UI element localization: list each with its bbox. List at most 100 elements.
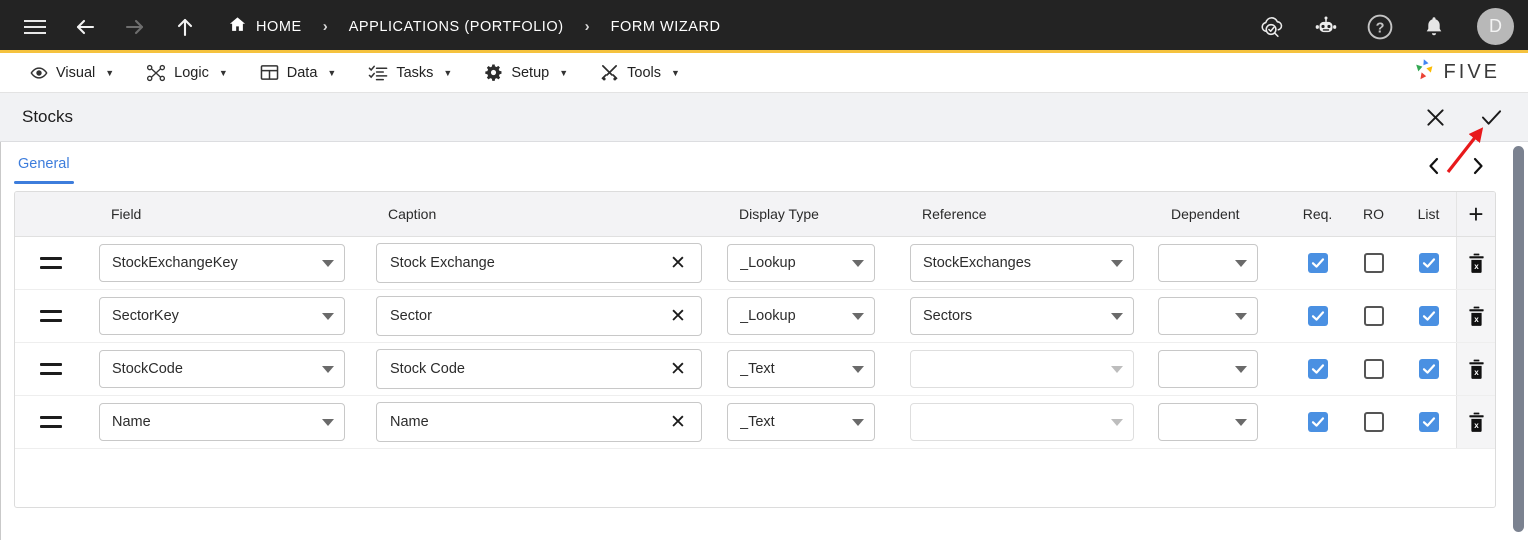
list-checkbox[interactable] bbox=[1418, 306, 1439, 326]
chevron-down-icon bbox=[322, 418, 334, 426]
caption-input[interactable]: Stock Exchange ✕ bbox=[376, 243, 702, 283]
drag-handle-icon[interactable] bbox=[15, 416, 87, 428]
field-select-value: Name bbox=[112, 414, 151, 430]
breadcrumb-item-applications[interactable]: APPLICATIONS (PORTFOLIO) bbox=[349, 19, 564, 35]
chevron-down-icon bbox=[1111, 259, 1123, 267]
cloud-check-icon[interactable] bbox=[1255, 10, 1289, 44]
dependent-select[interactable] bbox=[1158, 244, 1258, 282]
req-checkbox[interactable] bbox=[1307, 412, 1328, 432]
menu-label-tasks: Tasks bbox=[396, 64, 434, 81]
breadcrumb-item-home[interactable]: HOME bbox=[228, 15, 302, 38]
field-select[interactable]: SectorKey bbox=[99, 297, 345, 335]
display-type-value: _Lookup bbox=[740, 308, 796, 324]
breadcrumb-separator-1: › bbox=[322, 18, 328, 35]
display-type-select[interactable]: _Lookup bbox=[727, 244, 875, 282]
reference-value: StockExchanges bbox=[923, 255, 1032, 271]
caption-input[interactable]: Stock Code ✕ bbox=[376, 349, 702, 389]
dependent-select[interactable] bbox=[1158, 350, 1258, 388]
delete-row-button[interactable]: x bbox=[1456, 396, 1495, 448]
chevron-down-icon bbox=[1111, 418, 1123, 426]
ro-checkbox[interactable] bbox=[1363, 306, 1384, 326]
caption-input[interactable]: Name ✕ bbox=[376, 402, 702, 442]
up-arrow-icon[interactable] bbox=[168, 10, 202, 44]
ro-checkbox[interactable] bbox=[1363, 412, 1384, 432]
menu-item-tools[interactable]: Tools ▼ bbox=[584, 53, 696, 92]
plus-icon: + bbox=[1468, 199, 1484, 229]
reference-select[interactable]: Sectors bbox=[910, 297, 1134, 335]
display-type-cell: _Lookup bbox=[713, 244, 891, 282]
chevron-down-icon: ▼ bbox=[443, 67, 453, 78]
tab-strip: General bbox=[0, 142, 1528, 191]
field-select[interactable]: StockExchangeKey bbox=[99, 244, 345, 282]
column-header-display-type: Display Type bbox=[739, 206, 819, 222]
drag-handle-icon[interactable] bbox=[15, 257, 87, 269]
ro-checkbox[interactable] bbox=[1363, 253, 1384, 273]
forward-arrow-icon[interactable] bbox=[118, 10, 152, 44]
req-checkbox[interactable] bbox=[1307, 306, 1328, 326]
delete-row-button[interactable]: x bbox=[1456, 343, 1495, 395]
list-checkbox[interactable] bbox=[1418, 253, 1439, 273]
svg-text:x: x bbox=[1474, 262, 1479, 271]
help-icon[interactable]: ? bbox=[1363, 10, 1397, 44]
close-form-button[interactable] bbox=[1420, 102, 1450, 132]
robot-chat-icon[interactable] bbox=[1309, 10, 1343, 44]
display-type-value: _Text bbox=[740, 361, 775, 377]
back-arrow-icon[interactable] bbox=[68, 10, 102, 44]
tab-general[interactable]: General bbox=[14, 156, 74, 184]
list-checkbox[interactable] bbox=[1418, 412, 1439, 432]
reference-select[interactable] bbox=[910, 350, 1134, 388]
display-type-select[interactable]: _Lookup bbox=[727, 297, 875, 335]
clear-icon[interactable]: ✕ bbox=[667, 358, 689, 380]
hamburger-menu-icon[interactable] bbox=[18, 10, 52, 44]
ro-checkbox-cell bbox=[1346, 253, 1401, 273]
tab-general-label: General bbox=[18, 156, 70, 172]
req-checkbox[interactable] bbox=[1307, 359, 1328, 379]
notification-bell-icon[interactable] bbox=[1417, 10, 1451, 44]
delete-row-button[interactable]: x bbox=[1456, 237, 1495, 289]
column-header-dependent: Dependent bbox=[1171, 206, 1240, 222]
list-checkbox[interactable] bbox=[1418, 359, 1439, 379]
confirm-check-button[interactable] bbox=[1476, 102, 1506, 132]
vertical-scrollbar-thumb[interactable] bbox=[1513, 146, 1524, 532]
chevron-left-icon[interactable] bbox=[1422, 154, 1446, 178]
field-select[interactable]: StockCode bbox=[99, 350, 345, 388]
user-avatar[interactable]: D bbox=[1477, 8, 1514, 45]
menu-item-visual[interactable]: Visual ▼ bbox=[14, 53, 130, 92]
display-type-select[interactable]: _Text bbox=[727, 403, 875, 441]
list-checkbox-cell bbox=[1401, 359, 1456, 379]
display-type-cell: _Text bbox=[713, 350, 891, 388]
list-checkbox-cell bbox=[1401, 306, 1456, 326]
dependent-select[interactable] bbox=[1158, 403, 1258, 441]
chevron-down-icon: ▼ bbox=[105, 67, 115, 78]
chevron-down-icon bbox=[852, 259, 864, 267]
clear-icon[interactable]: ✕ bbox=[667, 411, 689, 433]
reference-select[interactable]: StockExchanges bbox=[910, 244, 1134, 282]
ro-checkbox[interactable] bbox=[1363, 359, 1384, 379]
add-row-button[interactable]: + bbox=[1456, 192, 1495, 236]
display-type-select[interactable]: _Text bbox=[727, 350, 875, 388]
dependent-cell bbox=[1141, 403, 1289, 441]
form-wizard-panel: General Field Caption Display Type Refer… bbox=[0, 142, 1528, 540]
chevron-right-icon[interactable] bbox=[1466, 154, 1490, 178]
ro-checkbox-cell bbox=[1346, 359, 1401, 379]
drag-handle-icon[interactable] bbox=[15, 310, 87, 322]
drag-handle-icon[interactable] bbox=[15, 363, 87, 375]
menu-item-data[interactable]: Data ▼ bbox=[244, 53, 353, 92]
clear-icon[interactable]: ✕ bbox=[667, 252, 689, 274]
menu-item-logic[interactable]: Logic ▼ bbox=[130, 53, 244, 92]
delete-row-button[interactable]: x bbox=[1456, 290, 1495, 342]
menu-item-tasks[interactable]: Tasks ▼ bbox=[352, 53, 468, 92]
req-checkbox[interactable] bbox=[1307, 253, 1328, 273]
menu-item-setup[interactable]: Setup ▼ bbox=[468, 53, 584, 92]
eye-icon bbox=[30, 64, 48, 82]
dependent-select[interactable] bbox=[1158, 297, 1258, 335]
topbar-actions: ? D bbox=[1255, 8, 1514, 45]
clear-icon[interactable]: ✕ bbox=[667, 305, 689, 327]
field-select-cell: Name bbox=[87, 403, 365, 441]
req-checkbox-cell bbox=[1289, 412, 1346, 432]
reference-select[interactable] bbox=[910, 403, 1134, 441]
breadcrumb-separator-2: › bbox=[584, 18, 590, 35]
caption-input[interactable]: Sector ✕ bbox=[376, 296, 702, 336]
breadcrumb-item-form-wizard[interactable]: FORM WIZARD bbox=[611, 19, 721, 35]
field-select[interactable]: Name bbox=[99, 403, 345, 441]
